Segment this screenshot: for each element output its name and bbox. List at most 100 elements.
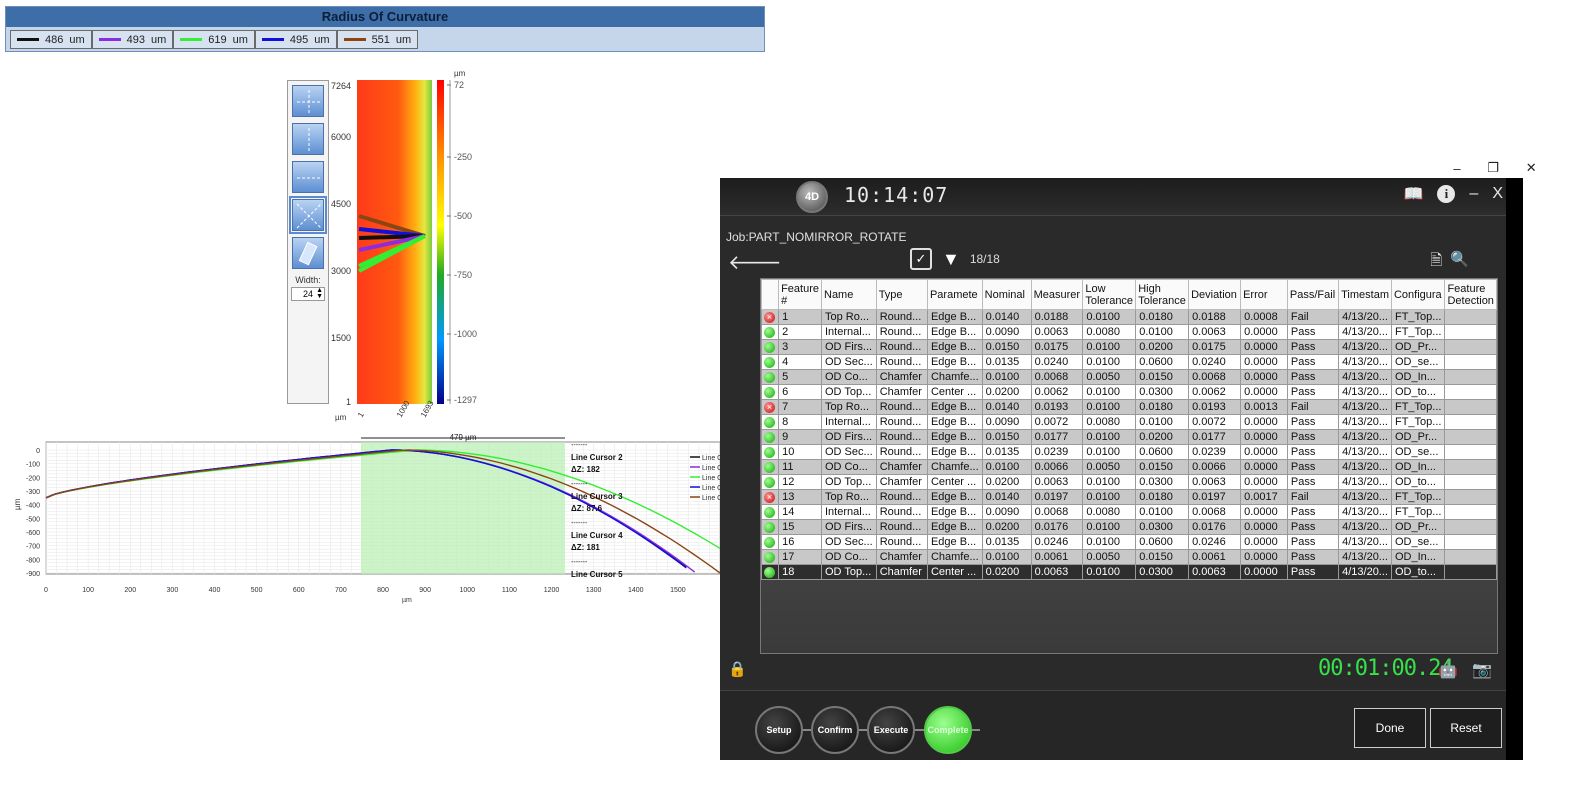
- table-cell: 0.0000: [1240, 549, 1288, 565]
- heatmap-y-tick: 7264: [331, 81, 351, 91]
- profile-x-tick: 800: [377, 587, 389, 594]
- span-label: 479 µm: [450, 433, 477, 442]
- column-header[interactable]: High Tolerance: [1135, 279, 1190, 310]
- robot-icon[interactable]: 🤖: [1438, 660, 1458, 680]
- table-row[interactable]: 3 OD Firs... Round... Edge B... 0.0150 0.0175…: [761, 339, 1497, 355]
- column-header[interactable]: Measurer: [1030, 279, 1084, 310]
- table-cell: 0.0080: [1082, 504, 1137, 520]
- legend-swatch: [17, 38, 39, 41]
- annotation-delta: ΔZ: 182: [571, 465, 600, 474]
- column-header[interactable]: Timestam: [1338, 279, 1392, 310]
- table-cell: OD_se...: [1390, 354, 1446, 370]
- table-row[interactable]: × 7 Top Ro... Round... Edge B... 0.0140 0.0193…: [761, 399, 1497, 415]
- table-cell: 0.0240: [1030, 354, 1084, 370]
- step-execute-button[interactable]: Execute: [867, 706, 915, 754]
- table-cell: Chamfer: [875, 459, 928, 475]
- column-header[interactable]: Configura: [1390, 279, 1446, 310]
- width-spinner[interactable]: 24 ▲ ▼: [291, 287, 325, 301]
- table-cell: 0.0175: [1030, 339, 1084, 355]
- diagonal-line-tool-button[interactable]: [289, 196, 327, 234]
- table-cell: 0.0080: [1082, 324, 1137, 340]
- table-cell: Pass: [1286, 384, 1340, 400]
- app-minimize-button[interactable]: –: [1469, 185, 1478, 203]
- table-cell: 9: [778, 429, 822, 445]
- select-all-icon[interactable]: ✓: [910, 248, 932, 270]
- table-row[interactable]: 6 OD Top... Chamfer Center ... 0.0200 0.0062 0…: [761, 384, 1497, 400]
- profile-y-tick: -400: [26, 503, 40, 510]
- pass-status-icon: [764, 416, 775, 428]
- export-icon[interactable]: 🗎: [1430, 250, 1442, 275]
- column-header[interactable]: Deviation: [1188, 279, 1242, 310]
- cross-section-tool-button[interactable]: [292, 85, 324, 117]
- reset-button[interactable]: Reset: [1430, 708, 1502, 748]
- cycle-timer: 00:01:00.24: [1318, 656, 1454, 681]
- column-header[interactable]: Pass/Fail: [1286, 279, 1340, 310]
- table-cell: 6: [778, 384, 822, 400]
- report-search-icon[interactable]: 🔍: [1450, 250, 1469, 275]
- restore-button[interactable]: ❐: [1487, 160, 1499, 176]
- table-row[interactable]: 17 OD Co... Chamfer Chamfe... 0.0100 0.0061 0.…: [761, 549, 1497, 565]
- table-row[interactable]: 9 OD Firs... Round... Edge B... 0.0150 0.0177…: [761, 429, 1497, 445]
- profile-y-tick: 0: [36, 448, 40, 455]
- table-row[interactable]: 10 OD Sec... Round... Edge B... 0.0135 0.0239…: [761, 444, 1497, 460]
- column-header[interactable]: Name: [821, 279, 877, 310]
- vertical-line-tool-button[interactable]: [292, 123, 324, 155]
- table-row[interactable]: 5 OD Co... Chamfer Chamfe... 0.0100 0.0068 0.0…: [761, 369, 1497, 385]
- scale-unit: µm: [454, 69, 466, 78]
- table-cell: [1444, 354, 1497, 370]
- step-confirm-button[interactable]: Confirm: [811, 706, 859, 754]
- close-button[interactable]: ✕: [1526, 160, 1537, 176]
- table-cell: 0.0100: [1082, 564, 1137, 580]
- manual-book-icon[interactable]: 📖: [1404, 184, 1424, 204]
- done-button[interactable]: Done: [1354, 708, 1426, 748]
- measurement-span[interactable]: [361, 442, 565, 574]
- table-row[interactable]: 14 Internal... Round... Edge B... 0.0090 0.00…: [761, 504, 1497, 520]
- table-row[interactable]: 15 OD Firs... Round... Edge B... 0.0200 0.017…: [761, 519, 1497, 535]
- table-row[interactable]: 8 Internal... Round... Edge B... 0.0090 0.007…: [761, 414, 1497, 430]
- step-complete-button[interactable]: Complete: [924, 706, 972, 754]
- minimize-button[interactable]: –: [1453, 161, 1460, 176]
- column-header[interactable]: Error: [1240, 279, 1288, 310]
- table-row[interactable]: 11 OD Co... Chamfer Chamfe... 0.0100 0.0066 0.…: [761, 459, 1497, 475]
- lock-icon[interactable]: 🔒: [728, 660, 747, 678]
- table-cell: Pass: [1286, 549, 1340, 565]
- profile-x-tick: 500: [251, 587, 263, 594]
- column-header[interactable]: Low Tolerance: [1082, 279, 1137, 310]
- column-header[interactable]: Nominal: [981, 279, 1032, 310]
- filter-icon[interactable]: ▼: [942, 249, 960, 270]
- table-cell: 0.0150: [981, 429, 1032, 445]
- column-header[interactable]: Feature Detection: [1444, 279, 1497, 310]
- color-scale-ticks: 72 -250 -500 -750 -1000 -1297: [447, 80, 477, 405]
- table-row[interactable]: 4 OD Sec... Round... Edge B... 0.0135 0.0240 0…: [761, 354, 1497, 370]
- table-cell: 15: [778, 519, 822, 535]
- column-header[interactable]: Type: [875, 279, 928, 310]
- table-row[interactable]: 12 OD Top... Chamfer Center ... 0.0200 0.0063…: [761, 474, 1497, 490]
- table-cell: 0.0063: [1188, 564, 1242, 580]
- fail-status-icon: ×: [764, 311, 775, 323]
- table-row[interactable]: 16 OD Sec... Round... Edge B... 0.0135 0.0246…: [761, 534, 1497, 550]
- table-row[interactable]: 2 Internal... Round... Edge B... 0.0090 0.006…: [761, 324, 1497, 340]
- spinner-arrows-icon[interactable]: ▲ ▼: [316, 287, 323, 300]
- horizontal-line-tool-button[interactable]: [292, 161, 324, 193]
- profile-x-tick: 300: [167, 587, 179, 594]
- app-logo: 4D: [796, 181, 828, 213]
- table-cell: Pass: [1286, 444, 1340, 460]
- table-cell: [1444, 474, 1497, 490]
- table-cell: 4/13/20...: [1338, 369, 1392, 385]
- column-header[interactable]: Paramete: [926, 279, 983, 310]
- table-row[interactable]: × 13 Top Ro... Round... Edge B... 0.0140 0.019…: [761, 489, 1497, 505]
- table-cell: 7: [778, 399, 822, 415]
- column-header[interactable]: Feature #: [778, 279, 822, 310]
- table-cell: Internal...: [821, 414, 877, 430]
- table-row[interactable]: 18 OD Top... Chamfer Center ... 0.0200 0.0063…: [761, 564, 1497, 580]
- info-icon[interactable]: i: [1437, 185, 1456, 203]
- status-cell: [761, 459, 780, 475]
- column-header[interactable]: [761, 279, 780, 310]
- table-row[interactable]: × 1 Top Ro... Round... Edge B... 0.0140 0.0188…: [761, 309, 1497, 325]
- eraser-tool-button[interactable]: [292, 237, 324, 269]
- back-arrow-icon[interactable]: 🡐: [728, 250, 782, 275]
- app-close-button[interactable]: X: [1492, 185, 1503, 203]
- camera-icon[interactable]: 📷: [1472, 660, 1492, 680]
- status-cell: [761, 519, 780, 535]
- step-setup-button[interactable]: Setup: [755, 706, 803, 754]
